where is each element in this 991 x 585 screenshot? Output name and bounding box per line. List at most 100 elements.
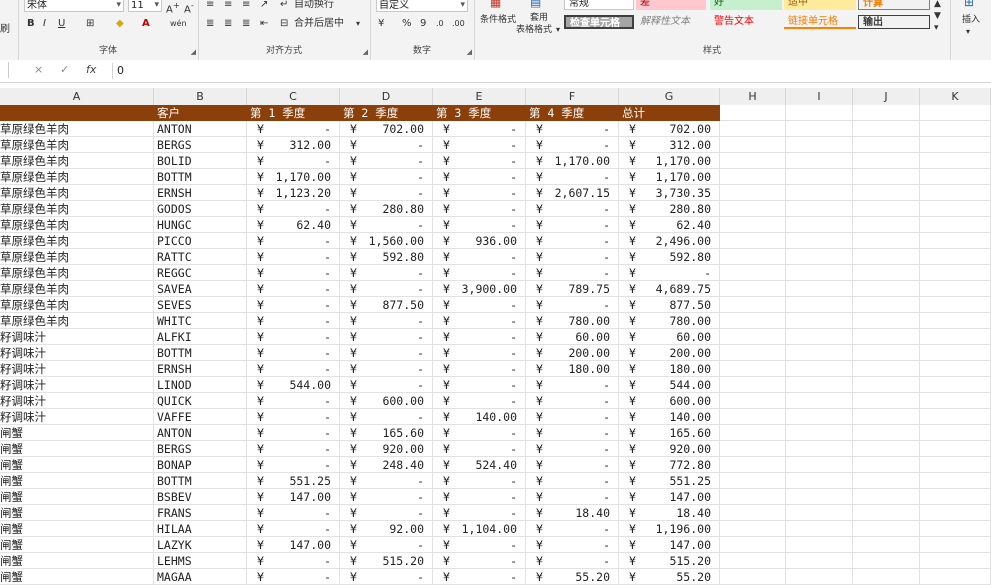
amount-cell-e[interactable]: ¥ - [433,137,526,153]
percent-button[interactable]: % [402,16,412,32]
empty-cell[interactable] [720,169,786,185]
empty-cell[interactable] [853,185,920,201]
empty-cell[interactable] [786,297,853,313]
empty-cell[interactable] [853,281,920,297]
empty-cell[interactable] [920,169,991,185]
empty-cell[interactable] [920,201,991,217]
empty-cell[interactable] [786,233,853,249]
amount-cell-f[interactable]: ¥ - [526,121,619,137]
indent-icon[interactable]: ⇤ [260,16,268,32]
amount-cell-d[interactable]: ¥92.00 [340,521,433,537]
empty-cell[interactable] [853,313,920,329]
bold-button[interactable]: B [27,16,35,32]
empty-cell[interactable] [786,521,853,537]
conditional-format-icon[interactable]: ▦ [490,0,501,10]
empty-cell[interactable] [920,105,991,121]
underline-button[interactable]: U [58,16,65,32]
product-cell[interactable]: 草原绿色羊肉 [0,121,154,137]
insert-icon[interactable]: ⊞ [964,0,974,10]
amount-cell-e[interactable]: ¥ - [433,297,526,313]
product-cell[interactable]: 籽调味汁 [0,409,154,425]
empty-cell[interactable] [920,265,991,281]
empty-cell[interactable] [853,409,920,425]
empty-cell[interactable] [920,345,991,361]
product-cell[interactable]: 闸蟹 [0,489,154,505]
empty-cell[interactable] [720,569,786,585]
empty-cell[interactable] [853,217,920,233]
product-cell[interactable]: 草原绿色羊肉 [0,249,154,265]
style-output[interactable]: 输出 [858,15,930,29]
column-header-h[interactable]: H [720,88,786,105]
table-format-icon[interactable]: ▤ [530,0,541,10]
amount-cell-g[interactable]: ¥1,196.00 [619,521,720,537]
empty-cell[interactable] [853,329,920,345]
empty-cell[interactable] [920,329,991,345]
amount-cell-g[interactable]: ¥60.00 [619,329,720,345]
empty-cell[interactable] [853,553,920,569]
amount-cell-e[interactable]: ¥ - [433,313,526,329]
amount-cell-e[interactable]: ¥ - [433,185,526,201]
amount-cell-g[interactable]: ¥180.00 [619,361,720,377]
empty-cell[interactable] [720,553,786,569]
product-cell[interactable]: 闸蟹 [0,505,154,521]
empty-cell[interactable] [853,345,920,361]
product-cell[interactable]: 草原绿色羊肉 [0,233,154,249]
empty-cell[interactable] [853,361,920,377]
align-center-icon[interactable]: ≣ [224,16,232,32]
empty-cell[interactable] [920,377,991,393]
amount-cell-f[interactable]: ¥ - [526,265,619,281]
amount-cell-c[interactable]: ¥ - [247,457,340,473]
empty-cell[interactable] [853,505,920,521]
column-header-d[interactable]: D [340,88,433,105]
amount-cell-c[interactable]: ¥ - [247,281,340,297]
amount-cell-e[interactable]: ¥1,104.00 [433,521,526,537]
empty-cell[interactable] [786,505,853,521]
empty-cell[interactable] [786,441,853,457]
empty-cell[interactable] [720,233,786,249]
amount-cell-d[interactable]: ¥877.50 [340,297,433,313]
amount-cell-g[interactable]: ¥147.00 [619,537,720,553]
empty-cell[interactable] [853,441,920,457]
product-cell[interactable]: 草原绿色羊肉 [0,217,154,233]
empty-cell[interactable] [786,409,853,425]
amount-cell-g[interactable]: ¥62.40 [619,217,720,233]
amount-cell-c[interactable]: ¥ - [247,441,340,457]
amount-cell-c[interactable]: ¥ - [247,233,340,249]
customer-cell[interactable]: FRANS [154,505,247,521]
product-cell[interactable]: 闸蟹 [0,425,154,441]
amount-cell-g[interactable]: ¥140.00 [619,409,720,425]
header-cell-f[interactable]: 第 4 季度 [526,105,619,121]
amount-cell-f[interactable]: ¥180.00 [526,361,619,377]
customer-cell[interactable]: HILAA [154,521,247,537]
comma-button[interactable]: 9 [420,16,426,32]
amount-cell-f[interactable]: ¥780.00 [526,313,619,329]
empty-cell[interactable] [853,377,920,393]
empty-cell[interactable] [920,281,991,297]
product-cell[interactable]: 闸蟹 [0,569,154,585]
border-icon[interactable]: ⊞ [86,16,94,32]
amount-cell-g[interactable]: ¥515.20 [619,553,720,569]
empty-cell[interactable] [786,185,853,201]
amount-cell-d[interactable]: ¥ - [340,569,433,585]
customer-cell[interactable]: BSBEV [154,489,247,505]
style-warning[interactable]: 警告文本 [710,15,782,29]
amount-cell-c[interactable]: ¥147.00 [247,537,340,553]
table-format-label-2[interactable]: 表格格式 [516,22,552,38]
empty-cell[interactable] [920,297,991,313]
amount-cell-d[interactable]: ¥ - [340,313,433,329]
customer-cell[interactable]: RATTC [154,249,247,265]
amount-cell-g[interactable]: ¥200.00 [619,345,720,361]
customer-cell[interactable]: GODOS [154,201,247,217]
empty-cell[interactable] [853,425,920,441]
empty-cell[interactable] [920,553,991,569]
empty-cell[interactable] [853,393,920,409]
amount-cell-g[interactable]: ¥544.00 [619,377,720,393]
fill-color-icon[interactable]: ◆ [116,16,124,32]
amount-cell-c[interactable]: ¥ - [247,201,340,217]
amount-cell-g[interactable]: ¥592.80 [619,249,720,265]
column-header-e[interactable]: E [433,88,526,105]
empty-cell[interactable] [920,153,991,169]
amount-cell-d[interactable]: ¥ - [340,137,433,153]
amount-cell-e[interactable]: ¥3,900.00 [433,281,526,297]
product-cell[interactable]: 闸蟹 [0,457,154,473]
